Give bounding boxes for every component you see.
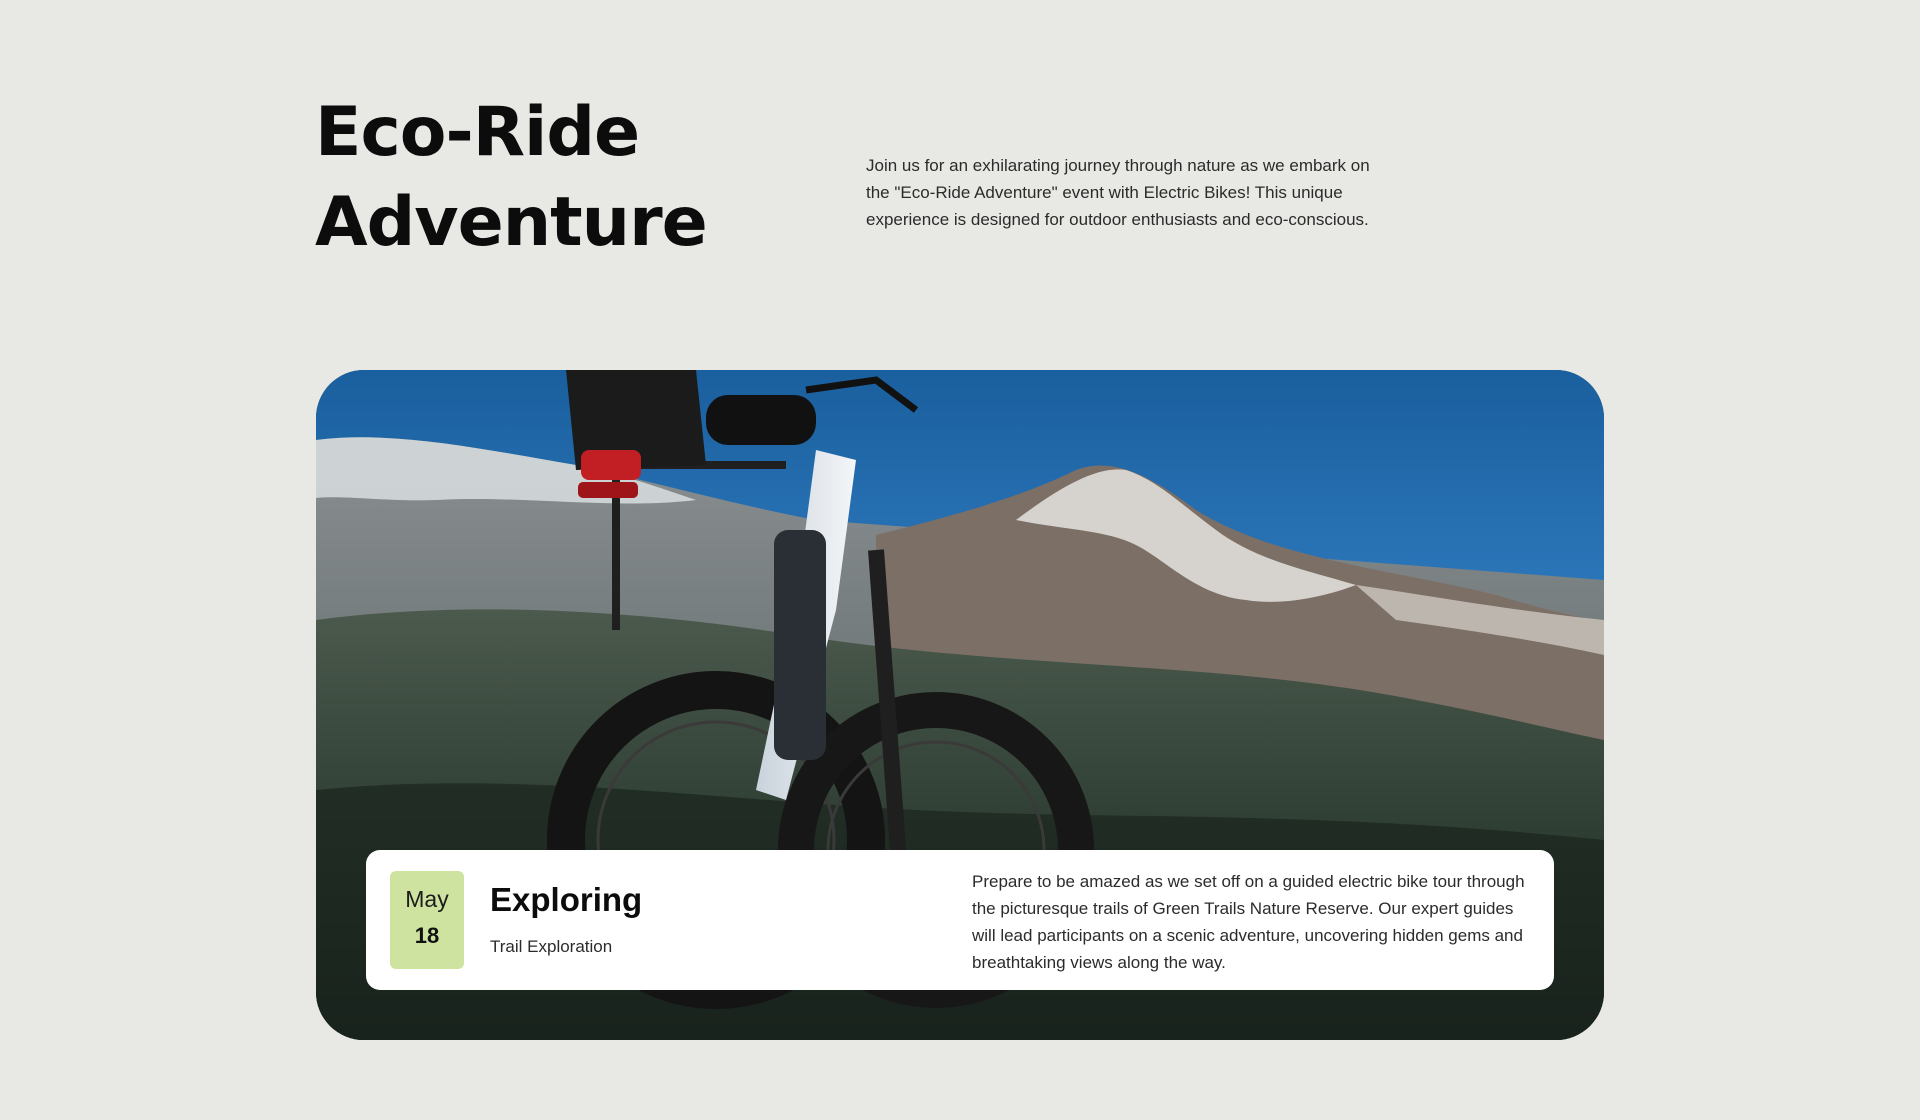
event-card[interactable]: May 18 Exploring Trail Exploration Prepa… (366, 850, 1554, 990)
page-title-line-1: Eco-Ride (315, 93, 640, 172)
page-title: Eco-Ride Adventure (315, 88, 708, 268)
date-month: May (405, 886, 449, 912)
hero-photo-card: May 18 Exploring Trail Exploration Prepa… (316, 370, 1604, 1040)
intro-paragraph: Join us for an exhilarating journey thro… (866, 156, 1370, 229)
date-day: 18 (414, 923, 440, 948)
date-badge: May 18 (390, 871, 464, 969)
page-title-line-2: Adventure (315, 183, 708, 262)
event-title: Exploring (490, 881, 643, 918)
event-subtitle: Trail Exploration (490, 937, 613, 956)
event-description: Prepare to be amazed as we set off on a … (972, 872, 1525, 972)
